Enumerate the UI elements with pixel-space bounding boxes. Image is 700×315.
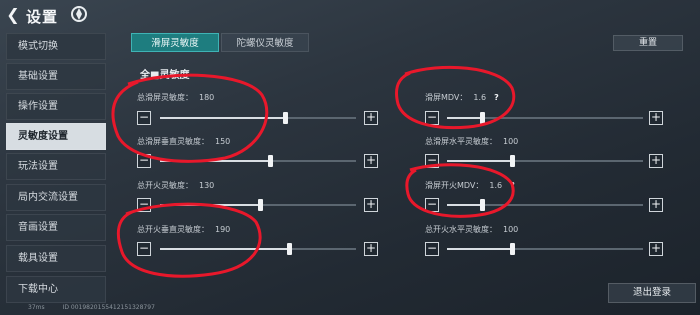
red-circle-annotations <box>111 65 516 278</box>
annotation-circle <box>395 65 516 130</box>
annotation-circle <box>116 202 262 278</box>
annotation-circle <box>405 163 515 218</box>
annotation-circle <box>111 73 269 163</box>
